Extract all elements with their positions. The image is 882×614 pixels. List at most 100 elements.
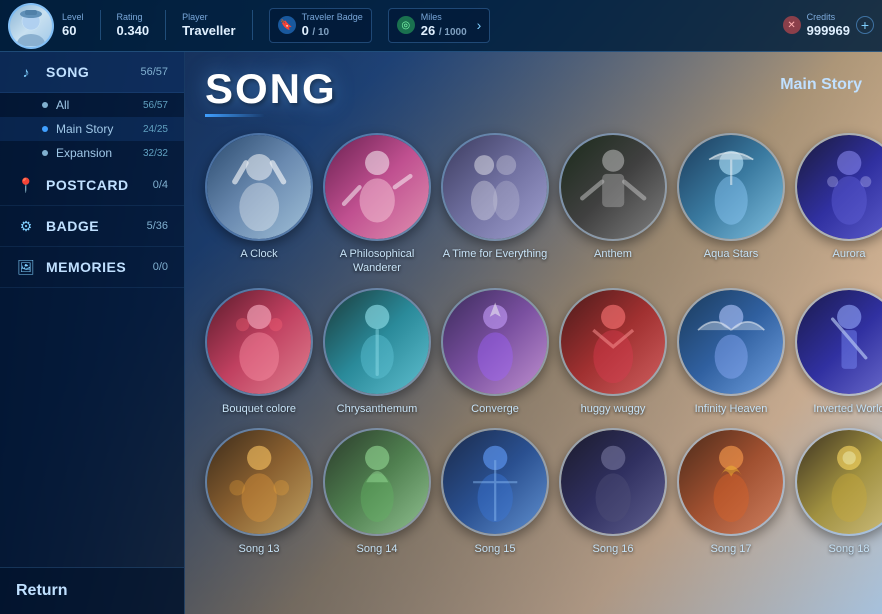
song-card[interactable]: huggy wuggy [559, 288, 667, 416]
traveler-badge-group: 🔖 Traveler Badge 0 / 10 [269, 8, 372, 43]
song-circle-inner [561, 430, 665, 534]
traveler-badge-icon: 🔖 [278, 16, 296, 34]
song-name: Inverted World [813, 402, 882, 416]
player-name: Traveller [182, 23, 236, 39]
song-circle [323, 288, 431, 396]
all-count: 56/57 [143, 100, 168, 111]
sidebar-item-postcard-left: 📍 POSTCARD [16, 175, 129, 195]
sidebar-memories-count: 0/0 [153, 261, 168, 273]
sidebar-subitem-main-story[interactable]: Main Story 24/25 [0, 117, 184, 141]
miles-group: ◎ Miles 26 / 1000 › [388, 8, 491, 43]
song-circle [677, 428, 785, 536]
traveler-badge-label: Traveler Badge [302, 12, 363, 23]
traveler-badge-stats: Traveler Badge 0 / 10 [302, 12, 363, 39]
song-name: Converge [471, 402, 519, 416]
song-name: Infinity Heaven [695, 402, 768, 416]
song-card[interactable]: Song 14 [323, 428, 431, 556]
all-label: All [56, 98, 143, 112]
sidebar-item-memories[interactable]: 🖼 MEMORIES 0/0 [0, 247, 184, 288]
song-circle [559, 288, 667, 396]
song-circle-inner [325, 430, 429, 534]
credits-icon: ✕ [783, 16, 801, 34]
song-card[interactable]: A Clock [205, 133, 313, 276]
sidebar-subitem-expansion[interactable]: Expansion 32/32 [0, 141, 184, 165]
song-card[interactable]: Song 18 [795, 428, 882, 556]
song-name: Song 18 [829, 542, 870, 556]
sidebar-item-memories-left: 🖼 MEMORIES [16, 257, 126, 277]
song-title-row: SONG Main Story [205, 68, 862, 117]
miles-label: Miles [421, 12, 467, 23]
song-circle-inner [443, 430, 547, 534]
song-card[interactable]: Converge [441, 288, 549, 416]
song-circle-inner [325, 290, 429, 394]
main-story-count: 24/25 [143, 124, 168, 135]
sidebar-item-song-left: ♪ SONG [16, 62, 89, 82]
return-label: Return [16, 582, 68, 599]
level-label: Level [62, 12, 84, 23]
song-name: huggy wuggy [581, 402, 646, 416]
header: Level 60 Rating 0.340 Player Traveller 🔖… [0, 0, 882, 52]
credits-group: ✕ Credits 999969 + [783, 12, 874, 38]
return-button[interactable]: Return [0, 567, 184, 614]
song-name: Song 16 [593, 542, 634, 556]
song-card[interactable]: Song 16 [559, 428, 667, 556]
category-label: Main Story [780, 76, 862, 94]
song-card[interactable]: Chrysanthemum [323, 288, 431, 416]
player-group: Player Traveller [182, 12, 236, 38]
song-circle-inner [207, 290, 311, 394]
sidebar-item-badge[interactable]: ⚙ BADGE 5/36 [0, 206, 184, 247]
main-story-dot [42, 126, 48, 132]
song-name: A Time for Everything [443, 247, 548, 261]
song-circle-inner [797, 290, 882, 394]
song-card[interactable]: Bouquet colore [205, 288, 313, 416]
song-card[interactable]: Song 15 [441, 428, 549, 556]
song-circle [559, 133, 667, 241]
song-circle [795, 428, 882, 536]
player-label: Player [182, 12, 236, 23]
song-circle-inner [561, 135, 665, 239]
miles-icon: ◎ [397, 16, 415, 34]
song-card[interactable]: Inverted World [795, 288, 882, 416]
song-circle [559, 428, 667, 536]
song-name: Song 17 [711, 542, 752, 556]
sidebar-postcard-count: 0/4 [153, 179, 168, 191]
rating-group: Rating 0.340 [117, 12, 150, 38]
song-circle [441, 288, 549, 396]
song-card[interactable]: Song 17 [677, 428, 785, 556]
music-note-icon: ♪ [16, 62, 36, 82]
add-credits-button[interactable]: + [856, 16, 874, 34]
song-card[interactable]: Aurora [795, 133, 882, 276]
song-circle [205, 133, 313, 241]
sidebar-memories-label: MEMORIES [46, 259, 126, 275]
header-stats: Level 60 Rating 0.340 Player Traveller 🔖… [62, 8, 874, 43]
song-card[interactable]: A Philosophical Wanderer [323, 133, 431, 276]
song-card[interactable]: Aqua Stars [677, 133, 785, 276]
traveler-badge-value: 0 / 10 [302, 23, 363, 39]
song-name: Song 13 [239, 542, 280, 556]
expansion-count: 32/32 [143, 148, 168, 159]
avatar[interactable] [8, 3, 54, 49]
song-circle-inner [443, 135, 547, 239]
divider-2 [165, 10, 166, 40]
song-card[interactable]: Infinity Heaven [677, 288, 785, 416]
song-circle-inner [207, 135, 311, 239]
song-name: Song 14 [357, 542, 398, 556]
postcard-icon: 📍 [16, 175, 36, 195]
sidebar-item-song[interactable]: ♪ SONG 56/57 [0, 52, 184, 93]
sidebar-song-sub: All 56/57 Main Story 24/25 Expansion 32/… [0, 93, 184, 165]
song-title-block: SONG [205, 68, 337, 117]
level-value: 60 [62, 23, 84, 39]
song-circle-inner [679, 135, 783, 239]
sidebar-postcard-label: POSTCARD [46, 177, 129, 193]
sidebar-subitem-all[interactable]: All 56/57 [0, 93, 184, 117]
song-circle-inner [679, 430, 783, 534]
song-card[interactable]: A Time for Everything [441, 133, 549, 276]
song-card[interactable]: Anthem [559, 133, 667, 276]
song-circle-inner [207, 430, 311, 534]
rating-label: Rating [117, 12, 150, 23]
divider-1 [100, 10, 101, 40]
song-card[interactable]: Song 13 [205, 428, 313, 556]
sidebar-item-postcard[interactable]: 📍 POSTCARD 0/4 [0, 165, 184, 206]
expansion-dot [42, 150, 48, 156]
memories-icon: 🖼 [16, 257, 36, 277]
